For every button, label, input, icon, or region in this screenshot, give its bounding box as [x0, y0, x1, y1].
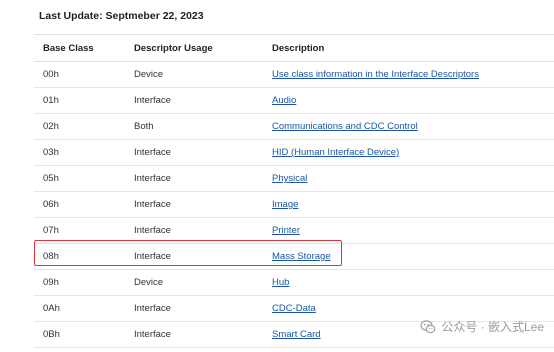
base-class-cell: 0Ah — [34, 295, 125, 322]
table-row: 01h Interface Audio — [34, 87, 554, 114]
descriptor-usage-cell: Interface — [125, 321, 263, 348]
watermark-text: 公众号 · 嵌入式Lee — [441, 320, 544, 334]
description-cell: Image — [263, 191, 554, 218]
base-class-cell: 08h — [34, 243, 125, 270]
descriptor-usage-cell: Both — [125, 113, 263, 140]
page: Last Update: Septmeber 22, 2023 Base Cla… — [0, 0, 554, 352]
column-header-descriptor-usage: Descriptor Usage — [125, 34, 263, 62]
descriptor-usage-cell: Interface — [125, 217, 263, 244]
description-cell: Communications and CDC Control — [263, 113, 554, 140]
base-class-cell: 06h — [34, 191, 125, 218]
descriptor-usage-cell: Interface — [125, 165, 263, 192]
table-row: 02h Both Communications and CDC Control — [34, 113, 554, 140]
table-row: 00h Device Use class information in the In… — [34, 61, 554, 88]
column-header-base-class: Base Class — [34, 34, 125, 62]
last-update-label: Last Update: Septmeber 22, 2023 — [39, 10, 204, 22]
descriptor-usage-cell: Interface — [125, 191, 263, 218]
base-class-cell: 0Bh — [34, 321, 125, 348]
descriptor-usage-cell: Interface — [125, 87, 263, 114]
description-link[interactable]: HID (Human Interface Device) — [272, 147, 399, 158]
table-row: 08h Interface Mass Storage — [34, 243, 554, 270]
base-class-cell: 00h — [34, 61, 125, 88]
watermark: 公众号 · 嵌入式Lee — [420, 318, 544, 335]
description-cell: Mass Storage — [263, 243, 554, 270]
wechat-icon — [420, 319, 436, 333]
description-link[interactable]: Hub — [272, 277, 289, 288]
description-cell: Hub — [263, 269, 554, 296]
description-link[interactable]: Physical — [272, 173, 307, 184]
table-header-row: Base Class Descriptor Usage Description — [34, 34, 554, 62]
table-row: 07h Interface Printer — [34, 217, 554, 244]
description-cell: Use class information in the Interface D… — [263, 61, 554, 88]
column-header-description: Description — [263, 34, 554, 62]
description-cell: Printer — [263, 217, 554, 244]
description-cell: HID (Human Interface Device) — [263, 139, 554, 166]
base-class-cell: 09h — [34, 269, 125, 296]
descriptor-usage-cell: Device — [125, 61, 263, 88]
description-link[interactable]: Printer — [272, 225, 300, 236]
base-class-cell: 01h — [34, 87, 125, 114]
description-link[interactable]: Use class information in the Interface D… — [272, 69, 479, 80]
base-class-cell: 03h — [34, 139, 125, 166]
description-link[interactable]: Image — [272, 199, 298, 210]
description-link[interactable]: CDC-Data — [272, 303, 316, 314]
descriptor-usage-cell: Interface — [125, 295, 263, 322]
base-class-cell: 05h — [34, 165, 125, 192]
base-class-cell: 02h — [34, 113, 125, 140]
table-row: 03h Interface HID (Human Interface Device) — [34, 139, 554, 166]
description-link[interactable]: Mass Storage — [272, 251, 331, 262]
description-link[interactable]: Smart Card — [272, 329, 321, 340]
description-link[interactable]: Communications and CDC Control — [272, 121, 418, 132]
table-body: 00h Device Use class information in the In… — [34, 61, 554, 348]
table-row: 06h Interface Image — [34, 191, 554, 218]
descriptor-usage-cell: Interface — [125, 243, 263, 270]
descriptor-usage-cell: Device — [125, 269, 263, 296]
table-row: 05h Interface Physical — [34, 165, 554, 192]
usb-class-codes-table: Base Class Descriptor Usage Description … — [34, 34, 554, 348]
table-row: 09h Device Hub — [34, 269, 554, 296]
description-link[interactable]: Audio — [272, 95, 296, 106]
base-class-cell: 07h — [34, 217, 125, 244]
description-cell: Physical — [263, 165, 554, 192]
description-cell: Audio — [263, 87, 554, 114]
descriptor-usage-cell: Interface — [125, 139, 263, 166]
